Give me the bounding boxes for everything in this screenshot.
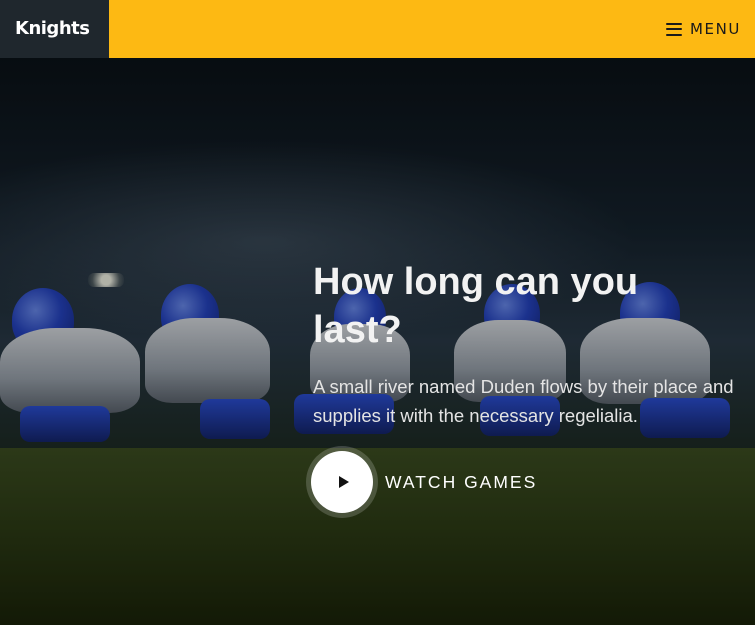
play-icon [338, 476, 349, 488]
hero-section: How long can you last? A small river nam… [0, 58, 755, 625]
hero-subtitle: A small river named Duden flows by their… [313, 376, 734, 426]
hamburger-icon [665, 22, 682, 36]
navbar: Knights MENU [0, 0, 755, 58]
menu-label: MENU [689, 20, 741, 38]
watch-games-label: WATCH GAMES [385, 471, 538, 492]
hero-title: How long can you last? [313, 261, 639, 351]
brand-logo[interactable]: Knights [0, 0, 109, 58]
play-button[interactable] [311, 451, 373, 513]
watch-games-button[interactable]: WATCH GAMES [311, 451, 537, 513]
menu-button[interactable]: MENU [665, 0, 741, 58]
